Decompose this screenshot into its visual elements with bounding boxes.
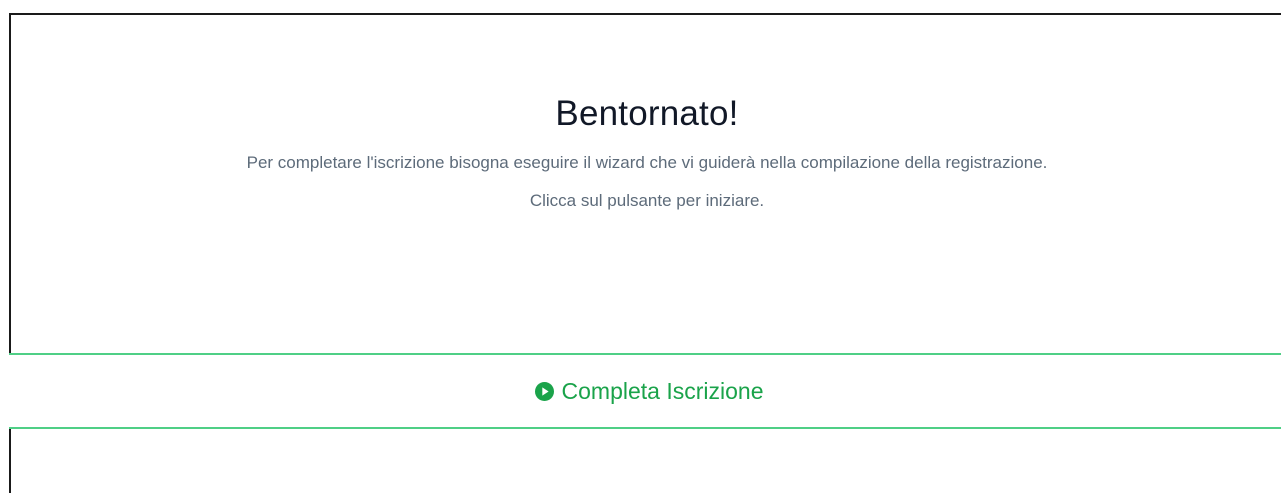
complete-registration-button[interactable]: Completa Iscrizione <box>9 353 1281 429</box>
welcome-instructions: Per completare l'iscrizione bisogna eseg… <box>246 153 1048 172</box>
content-panel: Bentornato! Per completare l'iscrizione … <box>9 13 1281 493</box>
welcome-title: Bentornato! <box>555 94 739 133</box>
complete-registration-label: Completa Iscrizione <box>561 377 764 404</box>
welcome-prompt: Clicca sul pulsante per iniziare. <box>529 191 765 210</box>
play-circle-icon <box>534 382 554 401</box>
